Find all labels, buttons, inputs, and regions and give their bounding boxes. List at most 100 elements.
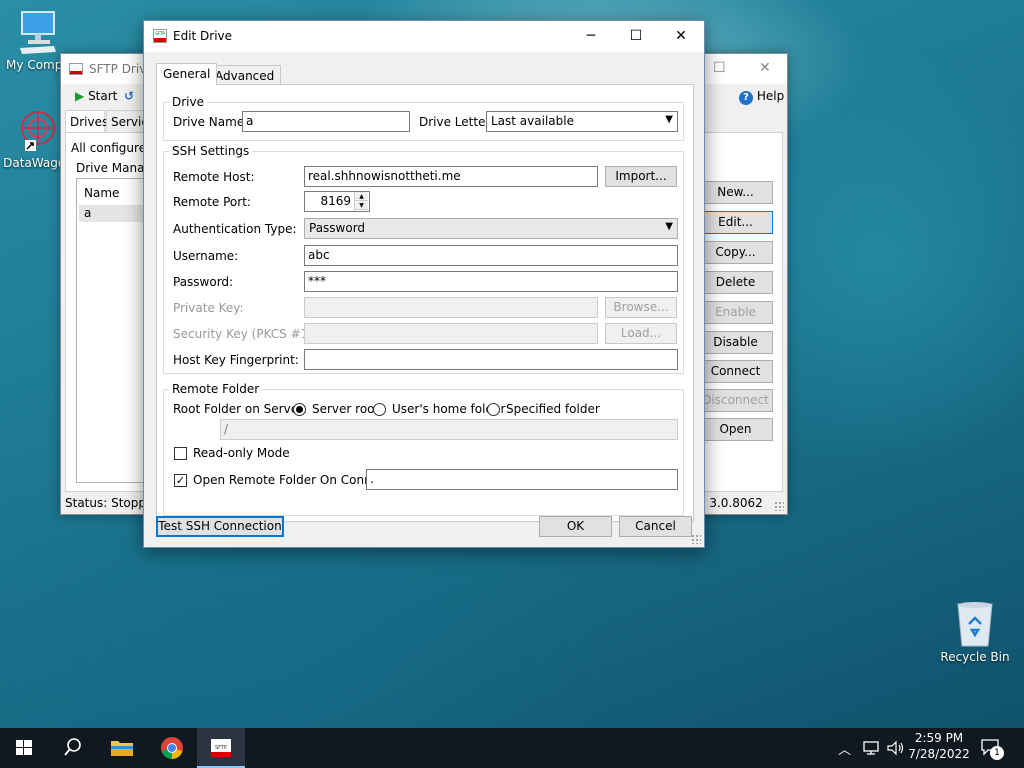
datawagon-icon	[21, 111, 55, 151]
copy-button[interactable]: Copy...	[698, 241, 773, 264]
minimize-button[interactable]: ─	[568, 21, 614, 52]
clock-time: 2:59 PM	[914, 731, 964, 745]
connect-button[interactable]: Connect	[698, 360, 773, 383]
remote-port-stepper[interactable]: 8169 ▲ ▼	[304, 191, 370, 212]
ok-button[interactable]: OK	[539, 516, 612, 537]
root-folder-label: Root Folder on Server:	[173, 402, 307, 416]
folder-path-field[interactable]: /	[220, 419, 678, 440]
volume-icon[interactable]	[886, 740, 906, 756]
close-icon[interactable]: ✕	[759, 60, 771, 76]
help-icon: ?	[739, 91, 753, 105]
host-key-fingerprint-field[interactable]	[304, 349, 678, 370]
remote-folder-legend: Remote Folder	[172, 382, 260, 396]
search-icon	[64, 738, 81, 756]
drive-letter-label: Drive Letter:	[419, 115, 495, 129]
desktop-icon-recycle-bin[interactable]: Recycle Bin	[937, 600, 1013, 664]
drive-name-label: Drive Name:	[173, 115, 249, 129]
edit-drive-dialog: SFTP Edit Drive ─ ☐ ✕ General Advanced D…	[143, 20, 705, 548]
resize-grip-icon[interactable]	[691, 534, 701, 544]
sftp-drive-taskbar-button[interactable]: SFTP	[197, 728, 245, 768]
tab-service[interactable]: Service	[106, 110, 155, 132]
remote-port-label: Remote Port:	[173, 195, 251, 209]
delete-button[interactable]: Delete	[698, 271, 773, 294]
readonly-checkbox[interactable]	[174, 447, 187, 460]
open-folder-checkbox[interactable]: ✓	[174, 474, 187, 487]
folder-icon	[111, 741, 133, 756]
username-field[interactable]: abc	[304, 245, 678, 266]
sftp-drive-logo-icon: SFTP	[153, 29, 167, 43]
network-icon[interactable]	[862, 740, 882, 756]
load-button[interactable]: Load...	[605, 323, 677, 344]
password-field[interactable]: ***	[304, 271, 678, 292]
resize-grip-icon[interactable]	[774, 501, 784, 511]
security-key-label: Security Key (PKCS #11):	[173, 327, 325, 341]
help-label: Help	[756, 89, 785, 103]
tab-drives[interactable]: Drives	[65, 110, 108, 132]
search-button[interactable]	[48, 728, 96, 768]
taskbar: SFTP ︿ 2:59 PM 7/28/2022 1	[0, 728, 1024, 768]
chevron-down-icon: ▼	[665, 114, 673, 125]
password-label: Password:	[173, 275, 234, 289]
computer-icon	[20, 11, 56, 54]
chrome-icon	[161, 737, 183, 759]
drive-letter-select[interactable]: Last available ▼	[486, 111, 678, 132]
close-button[interactable]: ✕	[658, 21, 704, 52]
chevron-down-icon: ▼	[665, 221, 673, 232]
list-header-name[interactable]: Name	[84, 186, 119, 200]
security-key-field[interactable]	[304, 323, 598, 344]
chrome-button[interactable]	[148, 728, 196, 768]
port-spinner[interactable]: ▲ ▼	[354, 192, 368, 211]
chevron-up-icon[interactable]: ︿	[838, 739, 851, 758]
auth-type-value: Password	[309, 221, 366, 235]
sftp-drive-icon: SFTP	[211, 739, 231, 757]
edit-button[interactable]: Edit...	[698, 211, 773, 234]
tab-general[interactable]: General	[156, 63, 218, 85]
auth-type-select[interactable]: Password ▼	[304, 218, 678, 239]
start-button[interactable]: ▶ Start	[75, 89, 117, 103]
spin-up-icon[interactable]: ▲	[355, 192, 368, 201]
tab-advanced[interactable]: Advanced	[208, 65, 282, 86]
auth-type-label: Authentication Type:	[173, 222, 297, 236]
drive-name-field[interactable]: a	[242, 111, 410, 132]
remote-host-field[interactable]: real.shhnowisnottheti.me	[304, 166, 598, 187]
recycle-bin-icon	[957, 602, 993, 647]
remote-host-label: Remote Host:	[173, 170, 255, 184]
browse-button[interactable]: Browse...	[605, 297, 677, 318]
maximize-icon[interactable]: ☐	[713, 60, 726, 76]
server-root-label[interactable]: Server root	[312, 402, 379, 416]
start-menu-button[interactable]	[0, 728, 48, 768]
notification-button[interactable]: 1	[980, 738, 1006, 760]
disable-button[interactable]: Disable	[698, 331, 773, 354]
open-folder-field[interactable]: .	[366, 469, 678, 490]
remote-port-value: 8169	[320, 194, 351, 208]
clock[interactable]: 2:59 PM 7/28/2022	[908, 731, 970, 761]
readonly-label[interactable]: Read-only Mode	[193, 446, 290, 460]
specified-folder-radio[interactable]	[487, 403, 500, 416]
windows-icon	[16, 740, 32, 755]
desktop-icon-label: Recycle Bin	[940, 650, 1010, 664]
open-button[interactable]: Open	[698, 418, 773, 441]
server-root-radio[interactable]	[293, 403, 306, 416]
file-explorer-button[interactable]	[98, 728, 146, 768]
clock-date: 7/28/2022	[908, 747, 970, 761]
private-key-label: Private Key:	[173, 301, 244, 315]
host-key-fingerprint-label: Host Key Fingerprint:	[173, 353, 299, 367]
help-button[interactable]: ? Help	[739, 89, 784, 105]
new-button[interactable]: New...	[698, 181, 773, 204]
test-ssh-connection-button[interactable]: Test SSH Connection	[156, 516, 284, 537]
enable-button[interactable]: Enable	[698, 301, 773, 324]
dialog-title-bar: SFTP Edit Drive ─ ☐ ✕	[144, 21, 704, 52]
refresh-icon[interactable]: ↺	[124, 89, 134, 103]
notification-count-badge: 1	[990, 746, 1004, 760]
general-tab-panel: Drive Drive Name: a Drive Letter: Last a…	[156, 84, 694, 522]
private-key-field[interactable]	[304, 297, 598, 318]
spin-down-icon[interactable]: ▼	[355, 201, 368, 210]
open-folder-label[interactable]: Open Remote Folder On Connect:	[193, 473, 394, 487]
home-folder-radio[interactable]	[373, 403, 386, 416]
disconnect-button[interactable]: Disconnect	[698, 389, 773, 412]
maximize-button[interactable]: ☐	[613, 21, 659, 52]
cancel-button[interactable]: Cancel	[619, 516, 692, 537]
import-button[interactable]: Import...	[605, 166, 677, 187]
play-icon: ▶	[75, 89, 85, 103]
specified-folder-label[interactable]: Specified folder	[506, 402, 600, 416]
